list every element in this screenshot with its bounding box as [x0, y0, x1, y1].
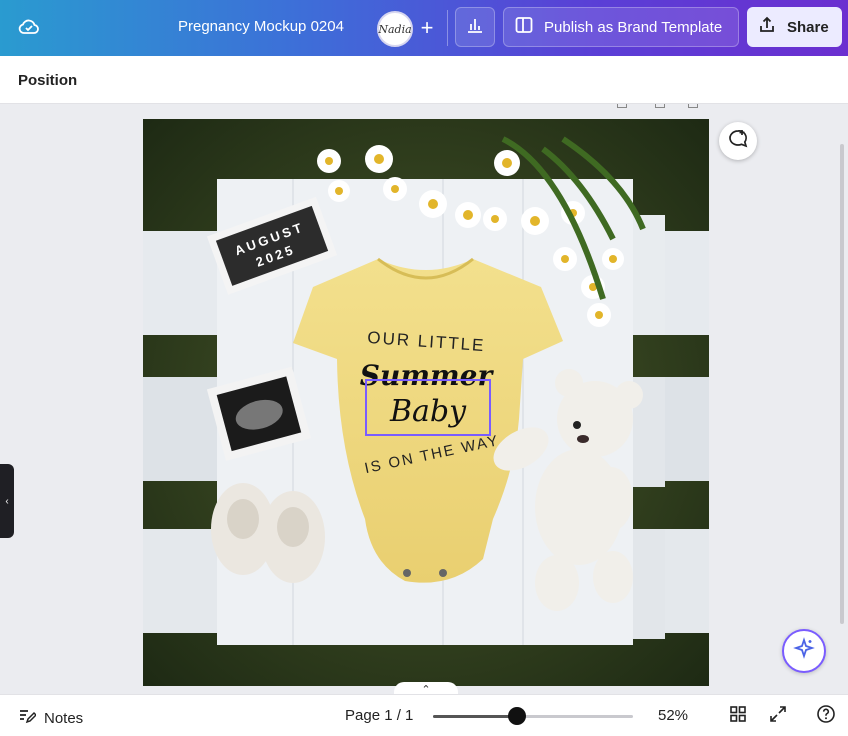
bottom-bar: Notes Page 1 / 1 52% — [0, 694, 848, 736]
publish-brand-template-button[interactable]: Publish as Brand Template — [503, 7, 739, 47]
design-page[interactable]: AUGUST 2025 OUR LITTLE Summer Baby IS ON… — [143, 119, 709, 686]
canvas-area: ‹ AUGUST 2025 OUR LITTLE Summer Baby IS … — [0, 104, 848, 694]
template-icon — [514, 15, 534, 39]
fullscreen-button[interactable] — [767, 705, 789, 727]
bar-chart-icon — [465, 15, 485, 40]
zoom-level[interactable]: 52% — [658, 707, 688, 724]
upload-icon — [757, 15, 777, 39]
document-title[interactable]: Pregnancy Mockup 0204 — [178, 18, 344, 35]
share-label: Share — [787, 18, 829, 36]
mockup-photo: AUGUST 2025 OUR LITTLE Summer Baby IS ON… — [143, 119, 709, 686]
expand-icon — [769, 705, 787, 728]
divider — [447, 10, 448, 46]
help-button[interactable] — [815, 704, 837, 729]
onesie-line-summer[interactable]: Summer — [360, 359, 495, 392]
notes-label: Notes — [44, 709, 84, 727]
grid-icon — [729, 705, 747, 728]
zoom-slider-fill — [433, 715, 517, 718]
help-icon — [816, 704, 836, 729]
add-comment-button[interactable] — [719, 122, 757, 160]
vertical-scrollbar[interactable] — [840, 144, 844, 624]
context-toolbar: Position — [0, 56, 848, 104]
cloud-save-icon[interactable] — [17, 15, 41, 39]
sparkle-icon — [792, 636, 816, 666]
collapse-panel-button[interactable]: ‹ — [0, 464, 14, 538]
onesie-line-baby[interactable]: Baby — [389, 394, 467, 429]
notes-button[interactable]: Notes — [18, 707, 83, 729]
page-indicator[interactable]: Page 1 / 1 — [345, 707, 413, 724]
zoom-slider[interactable] — [433, 707, 633, 725]
add-page-icon[interactable] — [688, 104, 698, 108]
chevron-left-icon: ‹ — [5, 495, 9, 507]
top-bar: Pregnancy Mockup 0204 Nadia + Publish as… — [0, 0, 848, 56]
zoom-slider-handle[interactable] — [508, 707, 526, 725]
share-button[interactable]: Share — [747, 7, 842, 47]
publish-label: Publish as Brand Template — [544, 18, 723, 36]
lock-icon[interactable] — [617, 104, 627, 108]
magic-assistant-button[interactable] — [782, 629, 826, 673]
position-button[interactable]: Position — [18, 72, 77, 89]
insights-button[interactable] — [455, 7, 495, 47]
add-collaborator-button[interactable]: + — [411, 12, 443, 44]
comment-plus-icon — [727, 128, 749, 155]
avatar[interactable]: Nadia — [377, 11, 413, 47]
grid-view-button[interactable] — [727, 705, 749, 727]
duplicate-icon[interactable] — [655, 104, 665, 108]
notes-icon — [18, 707, 38, 729]
